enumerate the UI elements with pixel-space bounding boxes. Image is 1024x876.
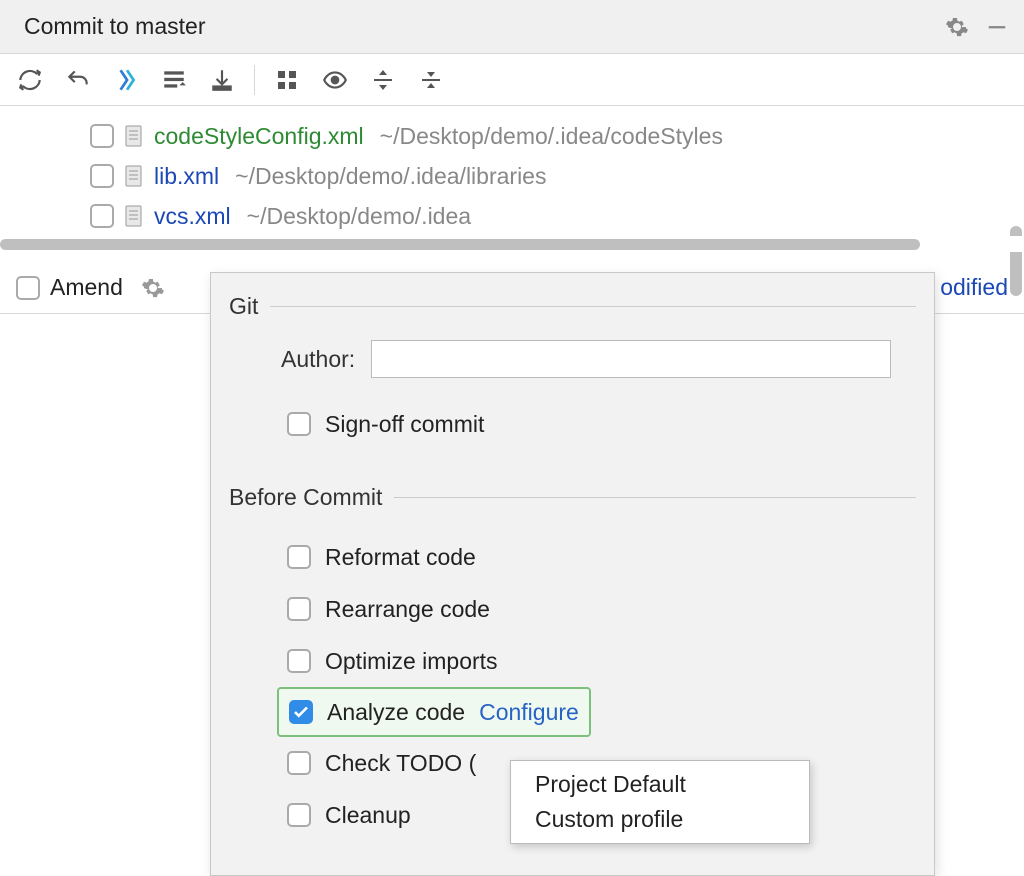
file-name: codeStyleConfig.xml bbox=[154, 123, 364, 150]
analyze-highlight: Analyze code Configure bbox=[277, 687, 591, 737]
optimize-label: Optimize imports bbox=[325, 648, 498, 675]
menu-item-custom-profile[interactable]: Custom profile bbox=[511, 802, 809, 837]
file-icon bbox=[124, 124, 144, 148]
amend-checkbox[interactable] bbox=[16, 276, 40, 300]
shelve-icon[interactable] bbox=[200, 60, 244, 100]
collapse-all-icon[interactable] bbox=[409, 60, 453, 100]
minimize-icon[interactable] bbox=[982, 12, 1012, 42]
before-commit-section-label: Before Commit bbox=[229, 484, 382, 511]
file-path: ~/Desktop/demo/.idea bbox=[247, 203, 471, 230]
preview-icon[interactable] bbox=[313, 60, 357, 100]
toolbar bbox=[0, 54, 1024, 106]
file-checkbox[interactable] bbox=[90, 124, 114, 148]
section-divider bbox=[394, 497, 916, 498]
horizontal-scrollbar[interactable] bbox=[0, 236, 1024, 252]
file-icon bbox=[124, 204, 144, 228]
undo-icon[interactable] bbox=[56, 60, 100, 100]
rearrange-label: Rearrange code bbox=[325, 596, 490, 623]
panel-title: Commit to master bbox=[24, 13, 205, 40]
file-checkbox[interactable] bbox=[90, 204, 114, 228]
configure-link[interactable]: Configure bbox=[479, 699, 579, 726]
expand-all-icon[interactable] bbox=[361, 60, 405, 100]
menu-item-project-default[interactable]: Project Default bbox=[511, 767, 809, 802]
file-row[interactable]: lib.xml ~/Desktop/demo/.idea/libraries bbox=[0, 156, 1024, 196]
diff-icon[interactable] bbox=[104, 60, 148, 100]
author-input[interactable] bbox=[371, 340, 891, 378]
reformat-label: Reformat code bbox=[325, 544, 476, 571]
changed-files-list: codeStyleConfig.xml ~/Desktop/demo/.idea… bbox=[0, 106, 1024, 262]
titlebar: Commit to master bbox=[0, 0, 1024, 54]
changelist-icon[interactable] bbox=[152, 60, 196, 100]
reformat-checkbox[interactable] bbox=[287, 545, 311, 569]
todo-checkbox[interactable] bbox=[287, 751, 311, 775]
cleanup-checkbox[interactable] bbox=[287, 803, 311, 827]
file-icon bbox=[124, 164, 144, 188]
author-label: Author: bbox=[281, 346, 355, 373]
analyze-checkbox[interactable] bbox=[289, 700, 313, 724]
signoff-checkbox[interactable] bbox=[287, 412, 311, 436]
file-row[interactable]: vcs.xml ~/Desktop/demo/.idea bbox=[0, 196, 1024, 236]
amend-label: Amend bbox=[50, 274, 123, 301]
settings-gear-icon[interactable] bbox=[942, 12, 972, 42]
optimize-checkbox[interactable] bbox=[287, 649, 311, 673]
rearrange-checkbox[interactable] bbox=[287, 597, 311, 621]
signoff-label: Sign-off commit bbox=[325, 411, 484, 438]
cleanup-label: Cleanup bbox=[325, 802, 411, 829]
modified-text-partial: odified bbox=[940, 274, 1008, 301]
todo-label: Check TODO ( bbox=[325, 750, 476, 777]
section-divider bbox=[270, 306, 916, 307]
file-row[interactable]: codeStyleConfig.xml ~/Desktop/demo/.idea… bbox=[0, 116, 1024, 156]
file-checkbox[interactable] bbox=[90, 164, 114, 188]
group-icon[interactable] bbox=[265, 60, 309, 100]
git-section-label: Git bbox=[229, 293, 258, 320]
toolbar-separator bbox=[254, 65, 255, 95]
file-path: ~/Desktop/demo/.idea/libraries bbox=[235, 163, 546, 190]
file-name: vcs.xml bbox=[154, 203, 231, 230]
analyze-label: Analyze code bbox=[327, 699, 465, 726]
refresh-icon[interactable] bbox=[8, 60, 52, 100]
file-path: ~/Desktop/demo/.idea/codeStyles bbox=[380, 123, 723, 150]
file-name: lib.xml bbox=[154, 163, 219, 190]
commit-options-gear-icon[interactable] bbox=[141, 276, 165, 300]
configure-dropdown-menu: Project Default Custom profile bbox=[510, 760, 810, 844]
